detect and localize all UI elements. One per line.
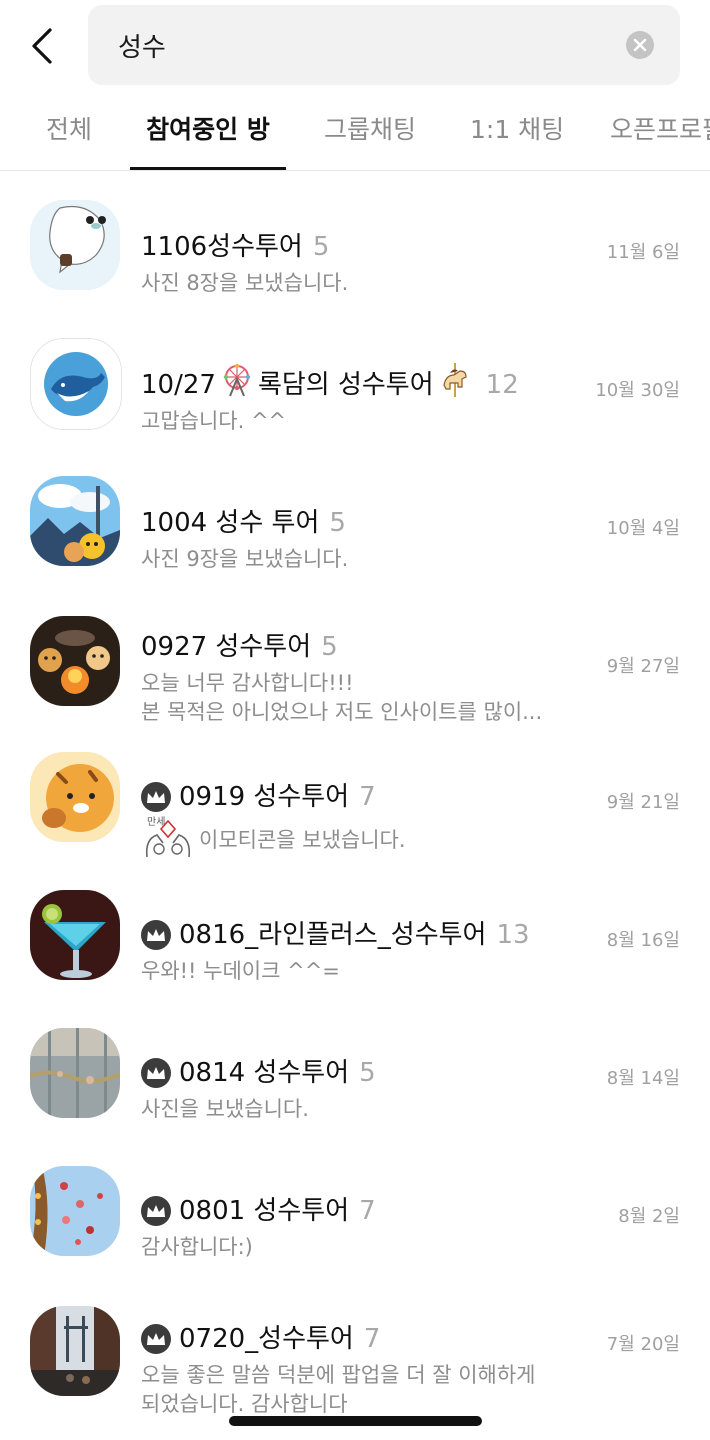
tab-group-chats[interactable]: 그룹채팅 (322, 92, 418, 168)
tab-open-profile[interactable]: 오픈프로필 (610, 92, 710, 168)
room-title: 1004 성수 투어 (141, 508, 320, 538)
room-title: 0720_성수투어 (179, 1324, 354, 1354)
crown-icon (141, 782, 171, 812)
last-message: 감사합니다:) (141, 1233, 581, 1262)
last-message-text: 감사합니다:) (141, 1235, 253, 1259)
last-message-text: 사진을 보냈습니다. (141, 1097, 309, 1121)
room-avatar (30, 752, 120, 842)
list-item[interactable]: 0814 성수투어 5 사진을 보냈습니다. 8월 14일 (0, 1016, 710, 1154)
last-message-date: 8월 2일 (618, 1206, 680, 1227)
room-title-line: 0720_성수투어 7 (141, 1320, 380, 1358)
last-message-line-2: 되었습니다. 감사합니다 (141, 1392, 348, 1416)
list-item[interactable]: 10/27 록담의 성수투어 12 고맙습니다. ^^ 10월 30일 (0, 328, 710, 466)
last-message: 우와!! 누데이크 ^^= (141, 957, 581, 986)
list-item[interactable]: 1106성수투어 5 사진 8장을 보냈습니다. 11월 6일 (0, 190, 710, 328)
last-message: 오늘 너무 감사합니다!!! 본 목적은 아니었으나 저도 인사이트를 많이..… (141, 669, 581, 727)
member-count: 5 (329, 508, 346, 538)
last-message-text: 사진 9장을 보냈습니다. (141, 547, 349, 571)
member-count: 5 (359, 1058, 376, 1088)
room-avatar (30, 1028, 120, 1118)
last-message: 오늘 좋은 말씀 덕분에 팝업을 더 잘 이해하게 되었습니다. 감사합니다 (141, 1361, 581, 1419)
room-title: 0927 성수투어 (141, 632, 312, 662)
last-message-line-1: 오늘 너무 감사합니다!!! (141, 671, 354, 695)
last-message-text: 고맙습니다. ^^ (141, 409, 287, 433)
member-count: 7 (359, 1196, 376, 1226)
member-count: 5 (312, 232, 330, 262)
room-title: 1106성수투어 (141, 232, 303, 262)
search-header (0, 0, 710, 92)
room-title: 0919 성수투어 (179, 782, 350, 812)
ferris-wheel-icon (220, 363, 254, 408)
room-title-line: 0814 성수투어 5 (141, 1054, 376, 1092)
carousel-horse-icon (438, 362, 472, 408)
list-item[interactable]: 0927 성수투어 5 오늘 너무 감사합니다!!! 본 목적은 아니었으나 저… (0, 590, 710, 740)
room-title-line: 0927 성수투어 5 (141, 628, 338, 666)
room-title-line: 1106성수투어 5 (141, 228, 329, 266)
chat-search-screen: 전체 참여중인 방 그룹채팅 1:1 채팅 오픈프로필 1106성수투어 5 (0, 0, 710, 1440)
last-message-date: 10월 30일 (595, 380, 680, 401)
crown-icon (141, 1058, 171, 1088)
last-message-date: 10월 4일 (606, 518, 680, 539)
last-message-date: 7월 20일 (606, 1334, 680, 1355)
last-message-date: 8월 14일 (606, 1068, 680, 1089)
filter-tabs: 전체 참여중인 방 그룹채팅 1:1 채팅 오픈프로필 (0, 92, 710, 171)
member-count: 7 (359, 782, 376, 812)
clear-search-button[interactable] (626, 31, 654, 59)
last-message: 고맙습니다. ^^ (141, 407, 581, 436)
last-message: 사진 8장을 보냈습니다. (141, 269, 581, 298)
crown-icon (141, 920, 171, 950)
last-message-text: 이모티콘을 보냈습니다. (199, 827, 406, 852)
last-message: 사진 9장을 보냈습니다. (141, 545, 581, 574)
room-title: 0801 성수투어 (179, 1196, 350, 1226)
room-title: 0816_라인플러스_성수투어 (179, 920, 487, 950)
room-avatar (30, 616, 120, 706)
list-item[interactable]: 0801 성수투어 7 감사합니다:) 8월 2일 (0, 1154, 710, 1292)
home-indicator[interactable] (229, 1416, 482, 1426)
room-title-line: 1004 성수 투어 5 (141, 504, 346, 542)
last-message-text: 사진 8장을 보냈습니다. (141, 271, 349, 295)
member-count: 7 (363, 1324, 381, 1354)
room-avatar (30, 1306, 120, 1396)
crown-icon (141, 1196, 171, 1226)
room-avatar (30, 890, 120, 980)
search-input[interactable] (118, 25, 598, 65)
last-message-date: 8월 16일 (606, 930, 680, 951)
list-item[interactable]: 1004 성수 투어 5 사진 9장을 보냈습니다. 10월 4일 (0, 466, 710, 604)
member-count: 5 (321, 632, 338, 662)
search-box (88, 5, 680, 85)
room-title-prefix: 10/27 (141, 370, 216, 400)
last-message: 사진을 보냈습니다. (141, 1095, 581, 1124)
member-count: 13 (496, 920, 530, 950)
list-item[interactable]: 0919 성수투어 7 만세 이모티콘을 보냈습니다. 9월 21일 (0, 740, 710, 878)
tab-all[interactable]: 전체 (44, 92, 94, 168)
last-message-line-2: 본 목적은 아니었으나 저도 인사이트를 많이... (141, 700, 543, 724)
close-icon (633, 38, 647, 52)
last-message-date: 9월 21일 (606, 792, 680, 813)
room-title-line: 10/27 록담의 성수투어 12 (141, 362, 519, 404)
last-message-line-1: 오늘 좋은 말씀 덕분에 팝업을 더 잘 이해하게 (141, 1363, 536, 1387)
member-count: 12 (485, 370, 519, 400)
room-avatar (30, 476, 120, 566)
last-message-date: 9월 27일 (606, 656, 680, 677)
room-title: 0814 성수투어 (179, 1058, 350, 1088)
room-title-main: 록담의 성수투어 (257, 370, 434, 400)
last-message-date: 11월 6일 (606, 242, 680, 263)
emoticon-sticker-icon: 만세 (141, 813, 195, 867)
tab-joined-rooms[interactable]: 참여중인 방 (130, 92, 286, 170)
room-avatar (30, 338, 122, 430)
chevron-left-icon (32, 28, 52, 64)
crown-icon (141, 1324, 171, 1354)
room-avatar (30, 1166, 120, 1256)
room-avatar (30, 200, 120, 290)
list-item[interactable]: 0816_라인플러스_성수투어 13 우와!! 누데이크 ^^= 8월 16일 (0, 878, 710, 1016)
last-message: 만세 이모티콘을 보냈습니다. (141, 816, 581, 864)
list-item[interactable]: 0720_성수투어 7 오늘 좋은 말씀 덕분에 팝업을 더 잘 이해하게 되었… (0, 1292, 710, 1422)
tab-one-on-one-chats[interactable]: 1:1 채팅 (470, 92, 564, 168)
room-title-line: 0816_라인플러스_성수투어 13 (141, 916, 530, 954)
back-button[interactable] (22, 22, 62, 70)
last-message-text: 우와!! 누데이크 ^^= (141, 959, 340, 983)
room-title-line: 0801 성수투어 7 (141, 1192, 376, 1230)
room-title-line: 0919 성수투어 7 (141, 778, 376, 816)
